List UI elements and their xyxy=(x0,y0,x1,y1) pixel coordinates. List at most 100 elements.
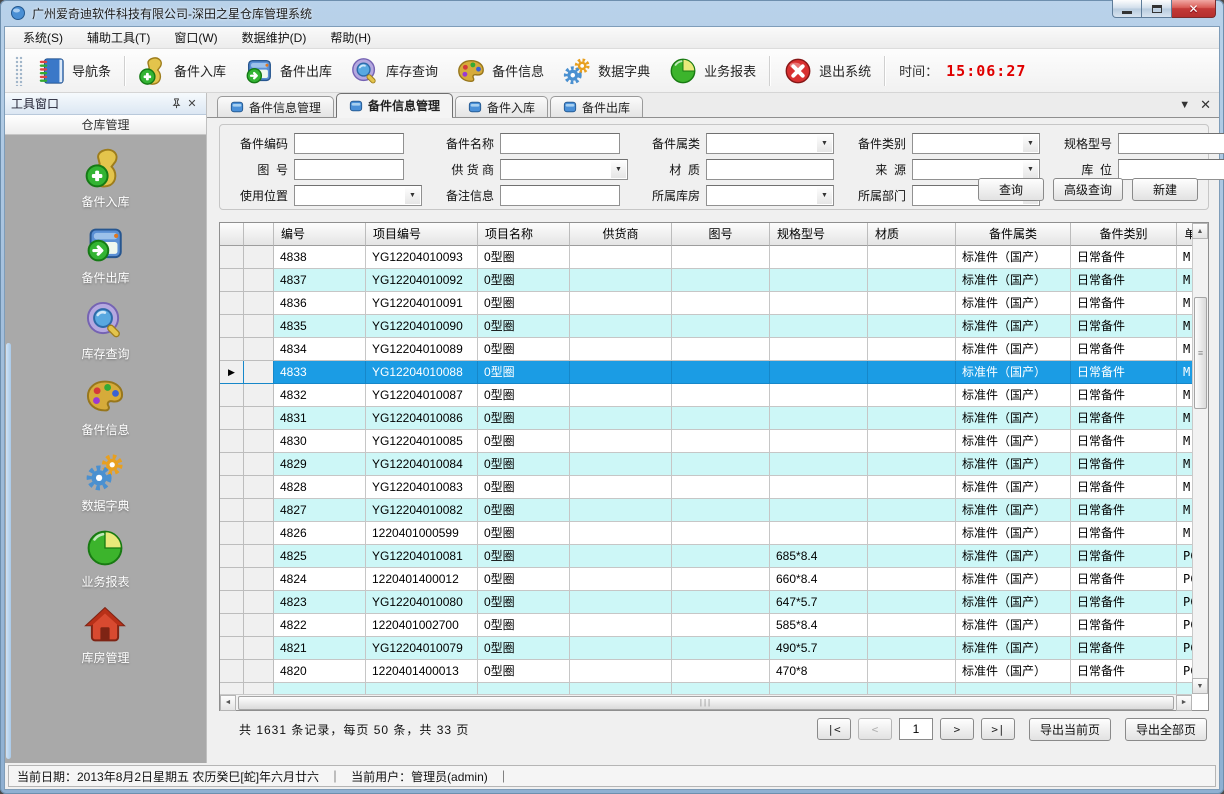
maximize-button[interactable] xyxy=(1142,0,1172,18)
drawing-no-input[interactable] xyxy=(294,159,404,180)
toolbar-data-dict-button[interactable]: 数据字典 xyxy=(553,52,659,90)
table-row[interactable]: 482212204010027000型圈585*8.4标准件（国产）日常备件PC xyxy=(220,614,1192,637)
usage-position-select[interactable]: ▼ xyxy=(294,185,422,206)
page-number-input[interactable] xyxy=(899,718,933,740)
material-input[interactable] xyxy=(706,159,834,180)
vertical-scrollbar[interactable]: ▲ ≡ ▼ xyxy=(1192,223,1208,694)
scroll-left-icon[interactable]: ◄ xyxy=(220,695,236,711)
tab-1[interactable]: 备件信息管理 xyxy=(336,93,453,117)
column-header-name[interactable]: 项目名称 xyxy=(478,223,570,246)
export-all-pages-button[interactable]: 导出全部页 xyxy=(1125,718,1207,741)
supplier-select[interactable]: ▼ xyxy=(500,159,628,180)
column-header-supplier[interactable]: 供货商 xyxy=(570,223,672,246)
part-code-input[interactable] xyxy=(294,133,404,154)
sidebar-item-business-report[interactable]: 业务报表 xyxy=(81,527,129,590)
new-button[interactable]: 新建 xyxy=(1132,178,1198,201)
sidebar-scrollbar[interactable] xyxy=(6,343,11,759)
source-select[interactable]: ▼ xyxy=(912,159,1040,180)
column-header-project[interactable]: 项目编号 xyxy=(366,223,478,246)
toolbar-nav-bar-button[interactable]: 导航条 xyxy=(27,52,120,90)
table-row[interactable]: 4836YG122040100910型圈标准件（国产）日常备件M xyxy=(220,292,1192,315)
table-row[interactable]: 482412204014000120型圈660*8.4标准件（国产）日常备件PC xyxy=(220,568,1192,591)
toolbar-stock-in-button[interactable]: 备件入库 xyxy=(129,52,235,90)
prev-page-button[interactable]: < xyxy=(858,718,892,740)
warehouse-select[interactable]: ▼ xyxy=(706,185,834,206)
export-current-page-button[interactable]: 导出当前页 xyxy=(1029,718,1111,741)
sidebar-section-title[interactable]: 仓库管理 xyxy=(5,115,206,135)
tab-0[interactable]: 备件信息管理 xyxy=(217,96,334,117)
remarks-input[interactable] xyxy=(500,185,620,206)
close-button[interactable]: ✕ xyxy=(1172,0,1216,18)
toolbar-stock-out-button[interactable]: 备件出库 xyxy=(235,52,341,90)
sidebar-item-stock-out[interactable]: 备件出库 xyxy=(81,223,129,286)
table-row[interactable]: 4837YG122040100920型圈标准件（国产）日常备件M xyxy=(220,269,1192,292)
vertical-scroll-thumb[interactable]: ≡ xyxy=(1194,297,1207,409)
table-row[interactable]: 4823YG122040100800型圈647*5.7标准件（国产）日常备件PC xyxy=(220,591,1192,614)
chevron-down-icon[interactable]: ▼ xyxy=(1023,135,1038,152)
table-row[interactable]: 4827YG122040100820型圈标准件（国产）日常备件M xyxy=(220,499,1192,522)
sidebar-item-stock-in[interactable]: 备件入库 xyxy=(81,147,129,210)
sidebar-item-inventory-query[interactable]: 库存查询 xyxy=(81,299,129,362)
column-header-category[interactable]: 备件属类 xyxy=(956,223,1071,246)
scroll-down-icon[interactable]: ▼ xyxy=(1192,678,1208,694)
tab-2[interactable]: 备件入库 xyxy=(455,96,548,117)
table-row[interactable]: 4825YG122040100810型圈685*8.4标准件（国产）日常备件PC xyxy=(220,545,1192,568)
chevron-down-icon[interactable]: ▼ xyxy=(405,187,420,204)
chevron-down-icon[interactable]: ▼ xyxy=(611,161,626,178)
title-bar[interactable]: 广州爱奇迪软件科技有限公司-深田之星仓库管理系统 ✕ xyxy=(4,0,1220,26)
table-row[interactable]: 4838YG122040100930型圈标准件（国产）日常备件M xyxy=(220,246,1192,269)
table-row[interactable]: 4829YG122040100840型圈标准件（国产）日常备件M xyxy=(220,453,1192,476)
column-header-id[interactable]: 编号 xyxy=(274,223,366,246)
table-row[interactable]: 4832YG122040100870型圈标准件（国产）日常备件M xyxy=(220,384,1192,407)
first-page-button[interactable]: |< xyxy=(817,718,851,740)
table-row[interactable]: 482012204014000130型圈470*8标准件（国产）日常备件PC xyxy=(220,660,1192,683)
next-page-button[interactable]: > xyxy=(940,718,974,740)
table-row[interactable]: ▶4833YG122040100880型圈标准件（国产）日常备件M xyxy=(220,361,1192,384)
horizontal-scroll-thumb[interactable]: ||| xyxy=(238,696,1174,710)
advanced-query-button[interactable]: 高级查询 xyxy=(1053,178,1123,201)
last-page-button[interactable]: >| xyxy=(981,718,1015,740)
chevron-down-icon[interactable]: ▼ xyxy=(817,135,832,152)
table-row[interactable]: 4834YG122040100890型圈标准件（国产）日常备件M xyxy=(220,338,1192,361)
storage-location-select[interactable]: ▼ xyxy=(1118,159,1224,180)
scroll-right-icon[interactable]: ► xyxy=(1176,695,1192,711)
menu-data-maintenance[interactable]: 数据维护(D) xyxy=(230,26,319,49)
tab-3[interactable]: 备件出库 xyxy=(550,96,643,117)
table-row[interactable]: 4830YG122040100850型圈标准件（国产）日常备件M xyxy=(220,430,1192,453)
table-row[interactable]: 4831YG122040100860型圈标准件（国产）日常备件M xyxy=(220,407,1192,430)
spec-model-select[interactable]: ▼ xyxy=(1118,133,1224,154)
pin-icon[interactable] xyxy=(168,96,184,112)
minimize-button[interactable] xyxy=(1112,0,1142,18)
sidebar-item-data-dict[interactable]: 数据字典 xyxy=(81,451,129,514)
horizontal-scrollbar[interactable]: ◄ ||| ► xyxy=(220,694,1192,710)
toolbar-grip[interactable] xyxy=(15,56,23,86)
table-row[interactable]: 4835YG122040100900型圈标准件（国产）日常备件M xyxy=(220,315,1192,338)
menu-window[interactable]: 窗口(W) xyxy=(162,26,229,49)
menu-system[interactable]: 系统(S) xyxy=(11,26,75,49)
part-type-select[interactable]: ▼ xyxy=(912,133,1040,154)
table-row[interactable]: 4828YG122040100830型圈标准件（国产）日常备件M xyxy=(220,476,1192,499)
toolbar-inventory-query-button[interactable]: 库存查询 xyxy=(341,52,447,90)
column-header-type[interactable]: 备件类别 xyxy=(1071,223,1177,246)
menu-help[interactable]: 帮助(H) xyxy=(318,26,383,49)
column-header-spec[interactable]: 规格型号 xyxy=(770,223,868,246)
part-category-select[interactable]: ▼ xyxy=(706,133,834,154)
column-header-unit[interactable]: 单位 xyxy=(1177,223,1192,246)
sidebar-close-icon[interactable]: ✕ xyxy=(184,96,200,112)
table-row[interactable]: 482612204010005990型圈标准件（国产）日常备件M xyxy=(220,522,1192,545)
sidebar-item-warehouse-mgmt[interactable]: 库房管理 xyxy=(81,603,129,666)
tab-close-icon[interactable]: ✕ xyxy=(1200,97,1211,113)
tab-list-dropdown-icon[interactable]: ▼ xyxy=(1179,99,1190,111)
toolbar-business-report-button[interactable]: 业务报表 xyxy=(659,52,765,90)
sidebar-item-parts-info[interactable]: 备件信息 xyxy=(81,375,129,438)
chevron-down-icon[interactable]: ▼ xyxy=(817,187,832,204)
query-button[interactable]: 查询 xyxy=(978,178,1044,201)
part-name-input[interactable] xyxy=(500,133,620,154)
column-header-material[interactable]: 材质 xyxy=(868,223,956,246)
toolbar-parts-info-button[interactable]: 备件信息 xyxy=(447,52,553,90)
table-row[interactable]: 4821YG122040100790型圈490*5.7标准件（国产）日常备件PC xyxy=(220,637,1192,660)
menu-aux-tools[interactable]: 辅助工具(T) xyxy=(75,26,162,49)
column-header-drawing[interactable]: 图号 xyxy=(672,223,770,246)
chevron-down-icon[interactable]: ▼ xyxy=(1023,161,1038,178)
toolbar-exit-system-button[interactable]: 退出系统 xyxy=(774,52,880,90)
